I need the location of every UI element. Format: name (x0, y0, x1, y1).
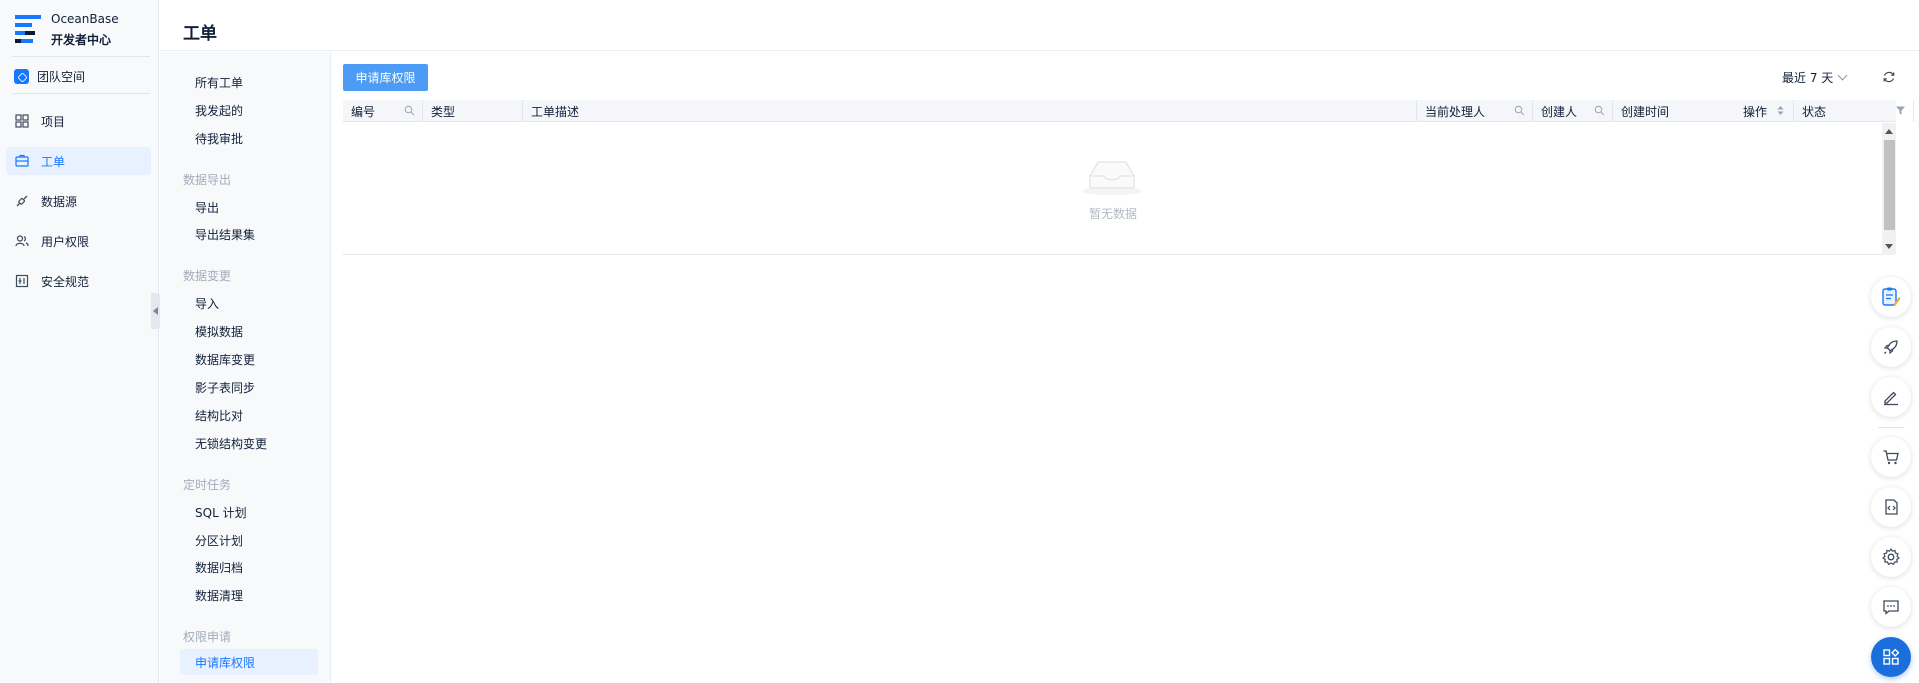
submenu-item-sql-plan[interactable]: SQL 计划 (180, 499, 320, 525)
time-range-select[interactable]: 最近 7 天 (1782, 69, 1848, 86)
column-header-creator: 创建人 (1533, 100, 1613, 122)
team-space-label: 团队空间 (37, 69, 86, 84)
grid-icon (15, 114, 29, 128)
shield-rule-icon (15, 274, 29, 288)
divider (1878, 427, 1904, 428)
column-title: 创建人 (1541, 104, 1578, 119)
link-icon (16, 195, 28, 207)
column-header-type: 类型 (423, 100, 523, 122)
ticket-table: 编号 类型 工单描述 当前处理人 创建人 创建时间 状态 操作 暂无数据 (343, 100, 1914, 256)
submenu-item-shadow-sync[interactable]: 影子表同步 (180, 374, 320, 400)
column-title: 工单描述 (531, 104, 580, 119)
nav-label: 安全规范 (41, 274, 90, 289)
cart-icon (1883, 450, 1899, 465)
gear-icon (1882, 548, 1900, 565)
nav-label: 用户权限 (41, 234, 90, 249)
clipboard-edit-icon (1882, 287, 1901, 306)
submenu-item-lockless-change[interactable]: 无锁结构变更 (180, 430, 320, 456)
oceanbase-logo-icon (15, 15, 41, 43)
time-range-value: 最近 7 天 (1782, 71, 1834, 85)
nav-item-security-rules[interactable]: 安全规范 (6, 267, 151, 295)
search-icon[interactable] (404, 105, 415, 116)
refresh-icon[interactable] (1882, 70, 1896, 84)
submenu-group-schedule: 定时任务 (183, 478, 232, 492)
submenu-item-export[interactable]: 导出 (180, 194, 320, 220)
column-header-id: 编号 (343, 100, 423, 122)
brand-logo[interactable]: OceanBase 开发者中心 (14, 12, 154, 52)
empty-state-text: 暂无数据 (1088, 207, 1137, 221)
search-icon[interactable] (1514, 105, 1525, 116)
app-window: OceanBase 开发者中心 团队空间 项目 工单 数据源 用户权限 安全规范… (0, 0, 1919, 683)
column-title: 编号 (351, 104, 376, 119)
filter-icon[interactable] (1895, 105, 1906, 116)
brand-name: OceanBase (51, 12, 119, 26)
search-icon[interactable] (1594, 105, 1605, 116)
column-header-actions (1914, 100, 1919, 122)
nav-item-datasources[interactable]: 数据源 (6, 187, 151, 215)
scroll-up-arrow[interactable] (1885, 129, 1893, 134)
submenu-item-data-archive[interactable]: 数据归档 (180, 554, 320, 580)
team-space-icon (14, 68, 29, 84)
scrollbar-thumb[interactable] (1884, 140, 1895, 230)
quick-start-button[interactable] (1871, 327, 1911, 367)
submenu-item-structure-compare[interactable]: 结构比对 (180, 402, 320, 428)
nav-label: 项目 (41, 114, 66, 129)
nav-item-projects[interactable]: 项目 (6, 107, 151, 135)
scroll-down-arrow[interactable] (1885, 244, 1893, 249)
submenu-item-export-resultset[interactable]: 导出结果集 (180, 221, 320, 247)
cart-button[interactable] (1871, 437, 1911, 477)
submenu-group-permission: 权限申请 (183, 630, 232, 644)
nav-label: 工单 (41, 154, 66, 169)
chevron-down-icon (1837, 70, 1848, 81)
pen-icon (1884, 391, 1898, 406)
column-title: 当前处理人 (1425, 104, 1486, 119)
brand-subtitle: 开发者中心 (51, 33, 112, 47)
submenu-group-change: 数据变更 (183, 269, 232, 283)
submenu-item-import[interactable]: 导入 (180, 290, 320, 316)
divider (12, 93, 150, 94)
rocket-icon (1883, 340, 1898, 355)
message-icon (1883, 600, 1899, 615)
column-title: 创建时间 (1621, 104, 1670, 119)
code-doc-icon (1885, 499, 1898, 515)
users-icon (15, 235, 29, 247)
nav-item-tickets[interactable]: 工单 (6, 147, 151, 175)
column-header-current-handler: 当前处理人 (1417, 100, 1533, 122)
apps-icon (1883, 648, 1900, 665)
submenu-item-mock-data[interactable]: 模拟数据 (180, 318, 320, 344)
apps-button[interactable] (1871, 637, 1911, 677)
submenu-item-all-tickets[interactable]: 所有工单 (180, 69, 320, 95)
submenu-item-apply-db-permission[interactable]: 申请库权限 (180, 649, 318, 675)
divider (12, 56, 150, 57)
editor-button[interactable] (1871, 377, 1911, 417)
settings-button[interactable] (1871, 537, 1911, 577)
page-header: 工单 (160, 0, 1919, 51)
ticket-submenu: 所有工单 我发起的 待我审批 数据导出 导出 导出结果集 数据变更 导入 模拟数… (160, 52, 331, 683)
team-space-switcher[interactable]: 团队空间 (14, 67, 85, 85)
column-header-description: 工单描述 (523, 100, 1417, 122)
column-title: 类型 (431, 104, 456, 119)
column-title: 操作 (1743, 104, 1768, 119)
feedback-button[interactable] (1871, 587, 1911, 627)
table-scrollbar[interactable] (1882, 123, 1896, 255)
nav-label: 数据源 (41, 194, 78, 209)
nav-item-user-permissions[interactable]: 用户权限 (6, 227, 151, 255)
left-navigation: OceanBase 开发者中心 团队空间 项目 工单 数据源 用户权限 安全规范 (0, 0, 159, 683)
submenu-item-initiated[interactable]: 我发起的 (180, 97, 320, 123)
ticket-icon (15, 154, 29, 167)
empty-inbox-icon (1082, 161, 1142, 195)
clipboard-edit-button[interactable] (1871, 277, 1911, 317)
column-header-actions: 操作 (1735, 100, 1896, 122)
table-body: 暂无数据 (343, 123, 1896, 255)
submenu-group-export: 数据导出 (183, 173, 232, 187)
submenu-item-partition-plan[interactable]: 分区计划 (180, 527, 320, 553)
submenu-item-data-cleanup[interactable]: 数据清理 (180, 582, 320, 608)
submenu-item-db-change[interactable]: 数据库变更 (180, 346, 320, 372)
table-header: 编号 类型 工单描述 当前处理人 创建人 创建时间 状态 (343, 100, 1914, 122)
api-doc-button[interactable] (1871, 487, 1911, 527)
submenu-item-pending-approval[interactable]: 待我审批 (180, 125, 320, 151)
apply-db-permission-button[interactable]: 申请库权限 (343, 64, 428, 91)
page-title: 工单 (183, 24, 217, 44)
